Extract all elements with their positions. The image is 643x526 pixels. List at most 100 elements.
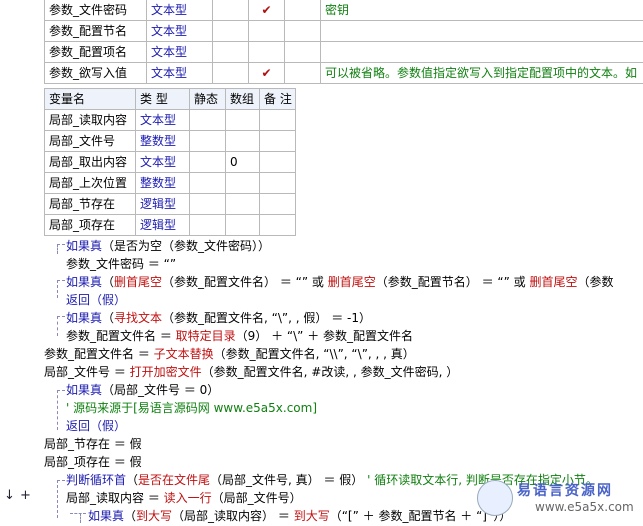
local-array[interactable]: 0 [226, 152, 260, 173]
local-name[interactable]: 局部_读取内容 [45, 110, 136, 131]
local-name[interactable]: 局部_节存在 [45, 194, 136, 215]
block-guide [70, 513, 86, 514]
param-type[interactable]: 文本型 [147, 0, 213, 21]
local-type[interactable]: 整数型 [136, 131, 190, 152]
param-nullable-check[interactable]: ✔ [249, 0, 285, 21]
code-line[interactable]: 如果真（局部_文件号 ＝ 0） [66, 380, 219, 400]
local-type[interactable]: 文本型 [136, 152, 190, 173]
code-line[interactable]: 局部_文件号 ＝ 打开加密文件（参数_配置文件名, #改读, , 参数_文件密码… [44, 362, 458, 382]
block-guide [57, 480, 58, 518]
local-array[interactable] [226, 215, 260, 236]
param-name[interactable]: 参数_配置节名 [45, 21, 147, 42]
local-name[interactable]: 局部_文件号 [45, 131, 136, 152]
local-type[interactable]: 整数型 [136, 173, 190, 194]
local-static[interactable] [190, 152, 226, 173]
param-type[interactable]: 文本型 [147, 21, 213, 42]
local-note[interactable] [260, 194, 296, 215]
local-var-row[interactable]: 局部_上次位置整数型 [45, 173, 296, 194]
local-var-row[interactable]: 局部_项存在逻辑型 [45, 215, 296, 236]
function-name: 子文本替换 [154, 347, 214, 361]
param-name[interactable]: 参数_配置项名 [45, 42, 147, 63]
step-arrow-icon[interactable]: ↓ [4, 488, 15, 503]
code-line[interactable]: 如果真（删首尾空（参数_配置文件名） ＝ “” 或 删首尾空（参数_配置节名） … [66, 272, 614, 292]
local-type[interactable]: 逻辑型 [136, 194, 190, 215]
local-type[interactable]: 逻辑型 [136, 215, 190, 236]
param-row[interactable]: 参数_文件密码文本型 ✔ 密钥 [45, 0, 643, 21]
function-name: 到大写 [136, 509, 172, 523]
param-array[interactable] [285, 42, 321, 63]
function-name: 取特定目录 [176, 329, 236, 343]
local-var-row[interactable]: 局部_取出内容文本型 0 [45, 152, 296, 173]
local-var-row[interactable]: 局部_读取内容文本型 [45, 110, 296, 131]
param-note[interactable]: 密钥 [321, 0, 643, 21]
param-ref[interactable] [213, 0, 249, 21]
code-line[interactable]: 参数_配置文件名 ＝ 子文本替换（参数_配置文件名, “\\”, “\”, , … [44, 344, 415, 364]
local-note[interactable] [260, 173, 296, 194]
code-text: （局部_读取内容） ＝ [172, 509, 294, 523]
param-row[interactable]: 参数_欲写入值文本型 ✔ 可以被省略。参数值指定欲写入到指定配置项中的文本。如 [45, 63, 643, 84]
param-name[interactable]: 参数_欲写入值 [45, 63, 147, 84]
code-line[interactable]: 局部_项存在 ＝ 假 [44, 452, 142, 472]
block-guide [57, 280, 65, 281]
local-name[interactable]: 局部_上次位置 [45, 173, 136, 194]
local-note[interactable] [260, 152, 296, 173]
code-line[interactable]: 如果真（寻找文本（参数_配置文件名, “\”, , 假） ＝ -1） [66, 308, 371, 328]
code-line[interactable]: 如果真（到大写（局部_读取内容） ＝ 到大写（“[” ＋ 参数_配置节名 ＋ “… [88, 506, 511, 526]
param-array[interactable] [285, 63, 321, 84]
param-row[interactable]: 参数_配置项名文本型 [45, 42, 643, 63]
param-nullable-check[interactable]: ✔ [249, 63, 285, 84]
local-type[interactable]: 文本型 [136, 110, 190, 131]
local-static[interactable] [190, 173, 226, 194]
param-nullable-check[interactable] [249, 42, 285, 63]
local-static[interactable] [190, 110, 226, 131]
local-array[interactable] [226, 110, 260, 131]
local-note[interactable] [260, 215, 296, 236]
param-name[interactable]: 参数_文件密码 [45, 0, 147, 21]
locals-header-row: 变量名 类 型 静态 数组 备 注 [45, 89, 296, 110]
param-type[interactable]: 文本型 [147, 42, 213, 63]
code-line[interactable]: 返回（假） [66, 290, 126, 310]
block-guide [57, 280, 58, 298]
code-line[interactable]: 局部_节存在 ＝ 假 [44, 434, 142, 454]
local-name[interactable]: 局部_项存在 [45, 215, 136, 236]
param-type[interactable]: 文本型 [147, 63, 213, 84]
code-line[interactable]: 局部_读取内容 ＝ 读入一行（局部_文件号） [66, 488, 302, 508]
local-static[interactable] [190, 215, 226, 236]
param-note[interactable] [321, 21, 643, 42]
local-var-row[interactable]: 局部_节存在逻辑型 [45, 194, 296, 215]
param-nullable-check[interactable] [249, 21, 285, 42]
param-note[interactable]: 可以被省略。参数值指定欲写入到指定配置项中的文本。如 [321, 63, 643, 84]
local-static[interactable] [190, 131, 226, 152]
param-row[interactable]: 参数_配置节名文本型 [45, 21, 643, 42]
param-ref[interactable] [213, 63, 249, 84]
watermark-url: www.e5a5x.com [535, 500, 634, 514]
param-note[interactable] [321, 42, 643, 63]
code-line[interactable]: 参数_配置文件名 ＝ 取特定目录（9） ＋ “\” ＋ 参数_配置文件名 [66, 326, 413, 346]
local-note[interactable] [260, 131, 296, 152]
function-name: 打开加密文件 [130, 365, 202, 379]
param-ref[interactable] [213, 21, 249, 42]
code-line[interactable]: ' 源码来源于[易语言源码网 www.e5a5x.com] [66, 398, 317, 418]
local-note[interactable] [260, 110, 296, 131]
block-guide [57, 390, 65, 391]
param-array[interactable] [285, 21, 321, 42]
code-line[interactable]: 参数_文件密码 ＝ “” [66, 254, 176, 274]
local-static[interactable] [190, 194, 226, 215]
local-array[interactable] [226, 131, 260, 152]
code-line[interactable]: 返回（假） [66, 416, 126, 436]
function-name: 是否在文件尾 [138, 473, 210, 487]
watermark-title: 易语言资源网 [517, 480, 613, 500]
code-text: 返回（假） [66, 293, 126, 307]
code-line[interactable]: 如果真（是否为空（参数_文件密码）） [66, 236, 270, 256]
local-var-row[interactable]: 局部_文件号整数型 [45, 131, 296, 152]
code-text: 局部_读取内容 ＝ [66, 491, 164, 505]
param-ref[interactable] [213, 42, 249, 63]
function-name: 删首尾空 [529, 275, 577, 289]
local-array[interactable] [226, 173, 260, 194]
block-guide [57, 244, 58, 254]
keyword: 如果真 [88, 509, 124, 523]
local-name[interactable]: 局部_取出内容 [45, 152, 136, 173]
expand-plus-icon[interactable]: + [20, 488, 31, 503]
local-array[interactable] [226, 194, 260, 215]
param-array[interactable] [285, 0, 321, 21]
